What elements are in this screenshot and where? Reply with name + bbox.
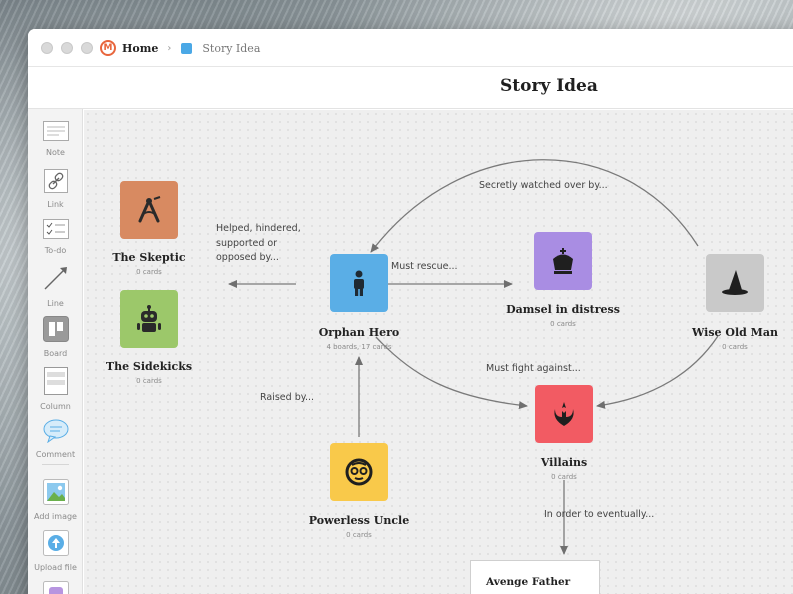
board-powerless-uncle[interactable]: Powerless Uncle 0 cards (279, 443, 439, 539)
image-icon (42, 479, 69, 505)
node-tile[interactable] (534, 232, 592, 290)
board-icon (181, 42, 193, 54)
tool-comment[interactable]: Comment (28, 419, 83, 459)
tool-board[interactable]: Board (28, 316, 83, 358)
compass-icon (138, 196, 161, 223)
crown-icon (553, 248, 573, 274)
checklist-icon (42, 219, 69, 239)
toolbar: Note Link To-do Line Board Column Commen… (28, 109, 83, 594)
tool-label: Column (40, 402, 71, 411)
board-the-skeptic[interactable]: The Skeptic 0 cards (94, 181, 204, 276)
edge-label-eventually[interactable]: In order to eventually... (544, 508, 654, 523)
edge-label-fight[interactable]: Must fight against... (486, 362, 581, 377)
line-arrow-icon (44, 267, 67, 290)
tool-label: Board (43, 349, 68, 358)
tool-label: Comment (35, 450, 76, 459)
node-tile[interactable] (330, 254, 388, 312)
node-tile[interactable] (330, 443, 388, 501)
upload-icon (42, 530, 69, 556)
node-card-count: 0 cards (346, 531, 372, 539)
wizard-hat-icon (722, 270, 748, 295)
node-card-count: 0 cards (722, 343, 748, 351)
node-title: The Sidekicks (105, 360, 193, 373)
tool-line[interactable]: Line (28, 264, 83, 308)
comment-icon (43, 419, 68, 444)
title-bar: M Home › Story Idea (28, 29, 793, 67)
robot-icon (137, 305, 161, 332)
node-card-count: 0 cards (551, 473, 577, 481)
tool-label: Link (47, 200, 64, 209)
node-title: Orphan Hero (318, 326, 400, 339)
board-villains[interactable]: Villains 0 cards (504, 385, 624, 481)
note-text: Avenge Father (486, 576, 571, 588)
node-title: Villains (540, 456, 588, 469)
board-the-sidekicks[interactable]: The Sidekicks 0 cards (94, 290, 204, 385)
zoom-window-button[interactable] (81, 42, 93, 54)
note-avenge-father[interactable]: Avenge Father (470, 560, 600, 594)
tool-label: To-do (44, 246, 67, 255)
tool-upload-file[interactable]: Upload file (28, 530, 83, 572)
edge-label-secretly[interactable]: Secretly watched over by... (479, 179, 608, 194)
edge-label-raised[interactable]: Raised by... (260, 391, 314, 406)
node-title: Powerless Uncle (308, 514, 410, 527)
node-tile[interactable] (535, 385, 593, 443)
toolbar-divider (42, 464, 69, 465)
tool-label: Upload file (34, 563, 77, 572)
rebel-emblem-icon (554, 402, 574, 426)
tool-label: Add image (34, 512, 77, 521)
breadcrumb-home[interactable]: Home (122, 42, 158, 55)
board-icon (42, 316, 69, 342)
node-tile[interactable] (706, 254, 764, 312)
edge-label-line: Helped, hindered, (216, 223, 301, 234)
node-title: Wise Old Man (692, 326, 778, 339)
node-tile[interactable] (120, 181, 178, 239)
node-card-count: 4 boards, 17 cards (326, 343, 392, 351)
node-title: The Skeptic (112, 251, 186, 264)
tool-note[interactable]: Note (28, 121, 83, 157)
tool-label: Note (46, 148, 65, 157)
node-title: Damsel in distress (506, 303, 620, 316)
node-card-count: 0 cards (550, 320, 576, 328)
node-card-count: 0 cards (136, 268, 162, 276)
tool-label: Line (47, 299, 64, 308)
breadcrumb-separator-icon: › (167, 42, 172, 54)
edge-label-line: supported or (216, 237, 278, 249)
link-icon (43, 169, 68, 193)
sketch-icon (42, 581, 69, 594)
close-window-button[interactable] (41, 42, 53, 54)
app-logo-icon[interactable]: M (100, 40, 116, 56)
board-header: Story Idea (28, 67, 793, 109)
note-icon (42, 121, 69, 141)
breadcrumb-current-board[interactable]: Story Idea (202, 42, 260, 55)
app-window: M Home › Story Idea Story Idea Note Link… (28, 29, 793, 594)
board-orphan-hero[interactable]: Orphan Hero 4 boards, 17 cards (279, 254, 439, 351)
column-icon (43, 367, 68, 395)
node-card-count: 0 cards (136, 377, 162, 385)
minimize-window-button[interactable] (61, 42, 73, 54)
board-wise-old-man[interactable]: Wise Old Man 0 cards (680, 254, 790, 351)
person-icon (354, 270, 364, 296)
tool-todo[interactable]: To-do (28, 219, 83, 255)
breadcrumb: M Home › Story Idea (100, 39, 260, 57)
board-damsel-in-distress[interactable]: Damsel in distress 0 cards (483, 232, 643, 328)
tool-add-image[interactable]: Add image (28, 479, 83, 521)
page-title[interactable]: Story Idea (500, 76, 598, 96)
tool-draw[interactable] (28, 581, 83, 594)
tool-column[interactable]: Column (28, 367, 83, 411)
tool-link[interactable]: Link (28, 169, 83, 209)
node-tile[interactable] (120, 290, 178, 348)
face-icon (345, 458, 373, 486)
board-canvas[interactable]: Secretly watched over by... Helped, hind… (84, 110, 793, 594)
